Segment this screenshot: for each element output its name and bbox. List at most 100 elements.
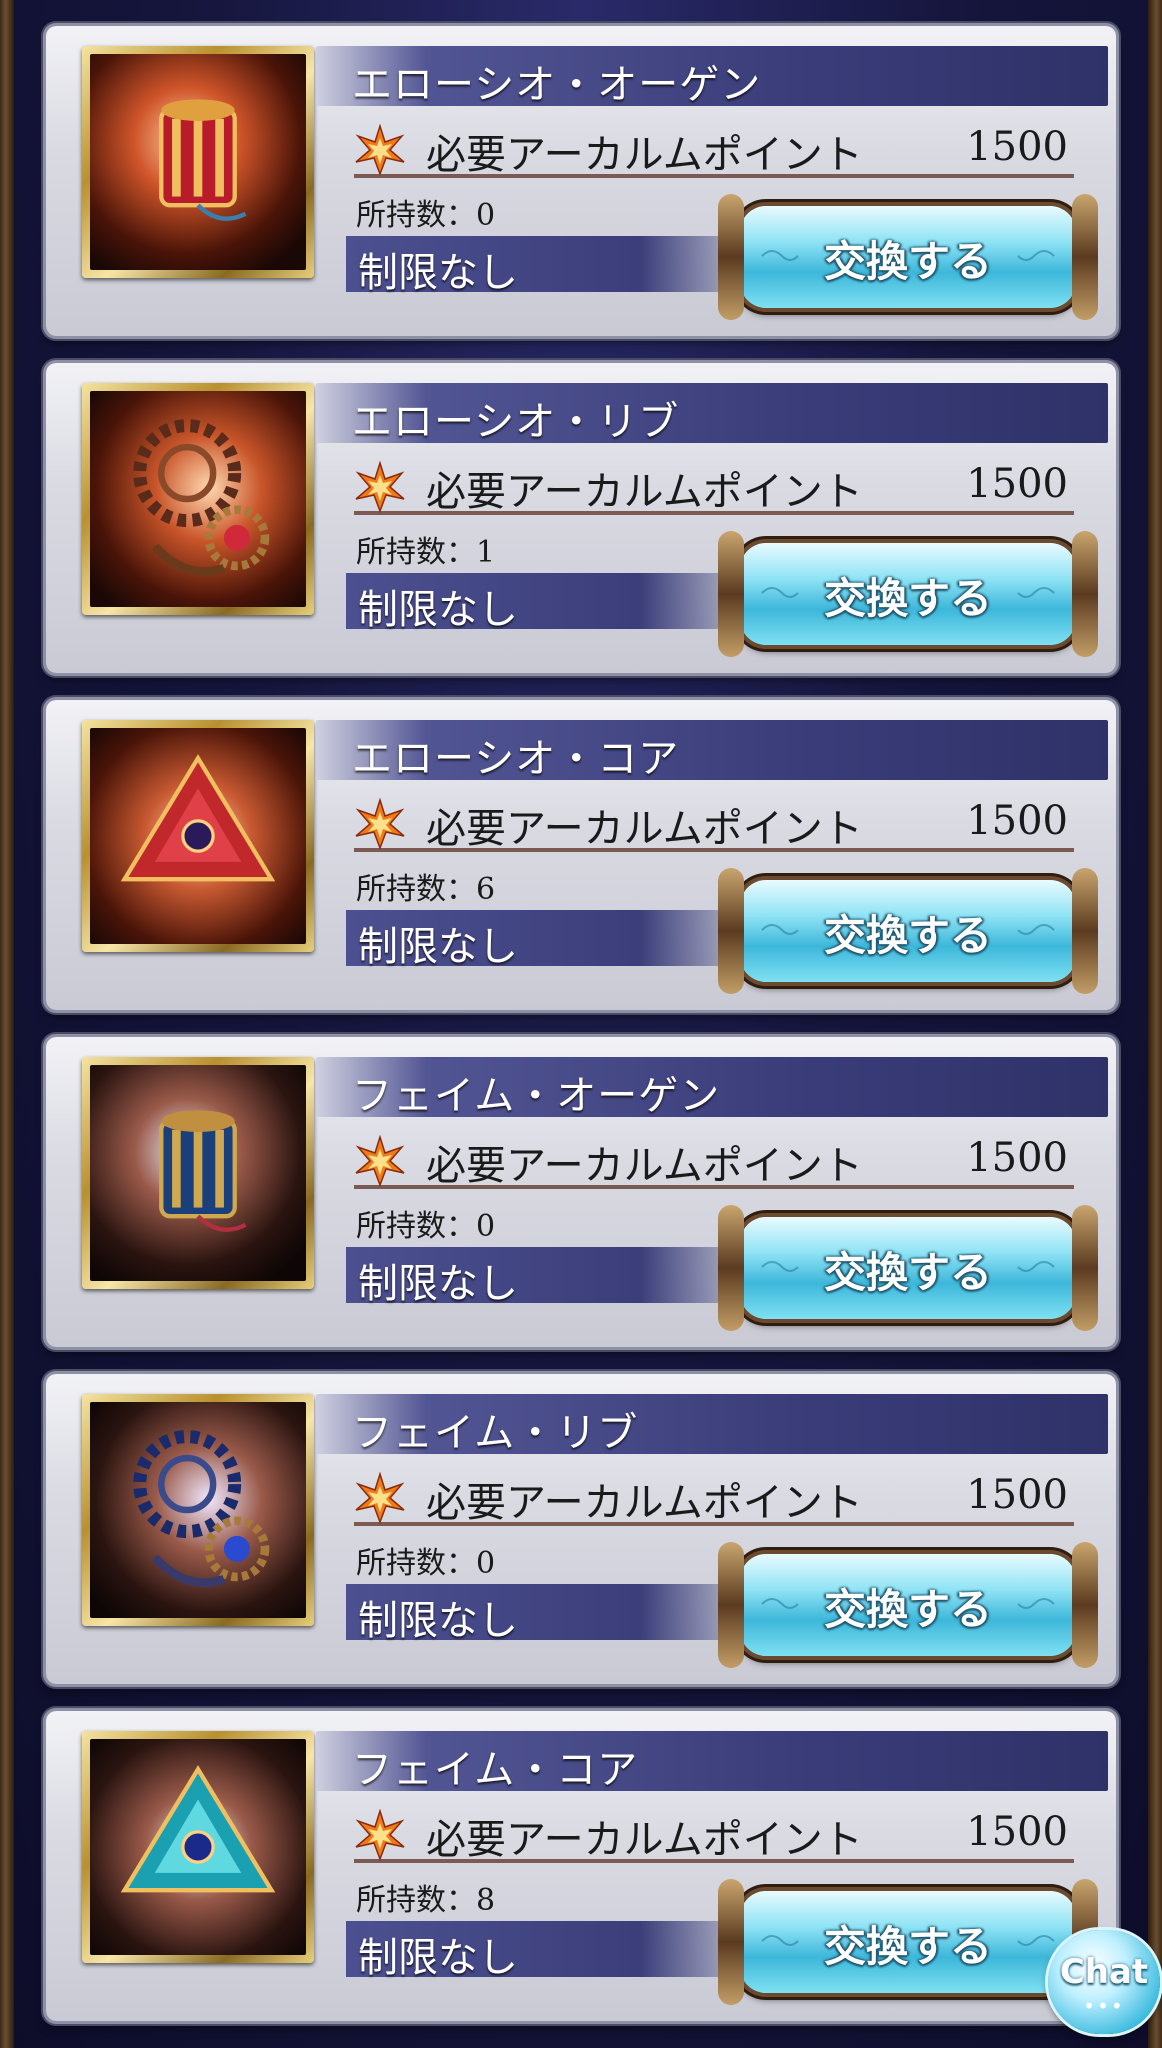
red-gear-icon — [90, 391, 306, 607]
exchange-item-list: エローシオ・オーゲン 必要アーカルムポイント 1500 所持数：0 制限なし 交… — [46, 26, 1116, 2048]
owned-count: 所持数：8 — [356, 1875, 495, 1919]
item-thumbnail-frame — [82, 1057, 314, 1289]
red-drum-icon — [90, 54, 306, 270]
arcarum-point-star-icon — [355, 1809, 405, 1861]
button-ornament-icon — [1017, 1935, 1055, 1946]
chat-typing-dots-icon: ••• — [1083, 1994, 1125, 2018]
blue-gear-icon — [90, 1402, 306, 1618]
required-points-label: 必要アーカルムポイント — [426, 806, 863, 852]
owned-count-label: 所持数： — [356, 1209, 476, 1244]
owned-count: 所持数：0 — [356, 1538, 495, 1582]
exchange-item-card: フェイム・リブ 必要アーカルムポイント 1500 所持数：0 制限なし 交換する — [46, 1374, 1116, 1684]
button-ornament-icon — [1017, 250, 1055, 261]
required-points-value: 1500 — [966, 1135, 1068, 1181]
required-points-value: 1500 — [966, 1809, 1068, 1855]
exchange-item-card: エローシオ・リブ 必要アーカルムポイント 1500 所持数：1 制限なし 交換す… — [46, 363, 1116, 673]
button-ornament-icon — [1017, 1261, 1055, 1272]
item-thumbnail-frame — [82, 1731, 314, 1963]
cyan-core-icon — [90, 1739, 306, 1955]
exchange-limit-bar: 制限なし — [346, 1247, 766, 1307]
arcarum-point-star-icon — [355, 1135, 405, 1187]
exchange-limit-text: 制限なし — [358, 587, 518, 633]
item-name-bar: エローシオ・オーゲン — [316, 46, 1108, 108]
required-points-row: 必要アーカルムポイント 1500 — [354, 792, 1074, 852]
owned-count-value: 6 — [476, 872, 496, 907]
item-name: エローシオ・コア — [352, 736, 680, 782]
item-name: エローシオ・リブ — [352, 399, 680, 445]
required-points-value: 1500 — [966, 798, 1068, 844]
button-ornament-icon — [1017, 1598, 1055, 1609]
owned-count-value: 1 — [476, 535, 496, 570]
exchange-limit-text: 制限なし — [358, 924, 518, 970]
required-points-value: 1500 — [966, 461, 1068, 507]
item-thumbnail-frame — [82, 1394, 314, 1626]
exchange-limit-bar: 制限なし — [346, 1584, 766, 1644]
exchange-limit-text: 制限なし — [358, 1261, 518, 1307]
owned-count: 所持数：1 — [356, 527, 495, 571]
exchange-button[interactable]: 交換する — [718, 1542, 1098, 1668]
required-points-row: 必要アーカルムポイント 1500 — [354, 1466, 1074, 1526]
owned-count-value: 0 — [476, 1546, 496, 1581]
owned-count-value: 8 — [476, 1883, 496, 1918]
arcarum-point-star-icon — [355, 798, 405, 850]
exchange-limit-text: 制限なし — [358, 1598, 518, 1644]
required-points-value: 1500 — [966, 124, 1068, 170]
arcarum-point-star-icon — [355, 461, 405, 513]
exchange-item-card: フェイム・オーゲン 必要アーカルムポイント 1500 所持数：0 制限なし 交換… — [46, 1037, 1116, 1347]
item-thumbnail-frame — [82, 720, 314, 952]
owned-count-label: 所持数： — [356, 535, 476, 570]
exchange-limit-bar: 制限なし — [346, 236, 766, 296]
owned-count: 所持数：0 — [356, 190, 495, 234]
owned-count: 所持数：6 — [356, 864, 495, 908]
item-name: フェイム・コア — [352, 1747, 639, 1793]
left-frame-border — [0, 0, 14, 2048]
exchange-button[interactable]: 交換する — [718, 1879, 1098, 2005]
required-points-label: 必要アーカルムポイント — [426, 1480, 863, 1526]
exchange-limit-bar: 制限なし — [346, 573, 766, 633]
required-points-row: 必要アーカルムポイント 1500 — [354, 1129, 1074, 1189]
exchange-limit-text: 制限なし — [358, 1935, 518, 1981]
owned-count-value: 0 — [476, 198, 496, 233]
item-name: フェイム・オーゲン — [352, 1073, 721, 1119]
blue-drum-icon — [90, 1065, 306, 1281]
exchange-button[interactable]: 交換する — [718, 531, 1098, 657]
required-points-row: 必要アーカルムポイント 1500 — [354, 118, 1074, 178]
exchange-button[interactable]: 交換する — [718, 868, 1098, 994]
required-points-row: 必要アーカルムポイント 1500 — [354, 455, 1074, 515]
item-name-bar: エローシオ・リブ — [316, 383, 1108, 445]
exchange-limit-bar: 制限なし — [346, 910, 766, 970]
required-points-label: 必要アーカルムポイント — [426, 469, 863, 515]
exchange-limit-text: 制限なし — [358, 250, 518, 296]
item-thumbnail-frame — [82, 383, 314, 615]
required-points-value: 1500 — [966, 1472, 1068, 1518]
exchange-item-card: フェイム・コア 必要アーカルムポイント 1500 所持数：8 制限なし 交換する — [46, 1711, 1116, 2021]
exchange-limit-bar: 制限なし — [346, 1921, 766, 1981]
exchange-button[interactable]: 交換する — [718, 1205, 1098, 1331]
exchange-button[interactable]: 交換する — [718, 194, 1098, 320]
button-ornament-icon — [1017, 924, 1055, 935]
right-frame-border — [1148, 0, 1162, 2048]
owned-count-label: 所持数： — [356, 1546, 476, 1581]
item-name-bar: エローシオ・コア — [316, 720, 1108, 782]
item-name-bar: フェイム・コア — [316, 1731, 1108, 1793]
owned-count-label: 所持数： — [356, 872, 476, 907]
required-points-label: 必要アーカルムポイント — [426, 1817, 863, 1863]
owned-count-label: 所持数： — [356, 198, 476, 233]
button-ornament-icon — [1017, 587, 1055, 598]
required-points-label: 必要アーカルムポイント — [426, 1143, 863, 1189]
item-name: フェイム・リブ — [352, 1410, 639, 1456]
chat-button[interactable]: Chat ••• — [1048, 1930, 1160, 2034]
exchange-item-card: エローシオ・コア 必要アーカルムポイント 1500 所持数：6 制限なし 交換す… — [46, 700, 1116, 1010]
owned-count-label: 所持数： — [356, 1883, 476, 1918]
owned-count: 所持数：0 — [356, 1201, 495, 1245]
required-points-label: 必要アーカルムポイント — [426, 132, 863, 178]
item-name-bar: フェイム・オーゲン — [316, 1057, 1108, 1119]
owned-count-value: 0 — [476, 1209, 496, 1244]
item-name: エローシオ・オーゲン — [352, 62, 762, 108]
item-thumbnail-frame — [82, 46, 314, 278]
exchange-item-card: エローシオ・オーゲン 必要アーカルムポイント 1500 所持数：0 制限なし 交… — [46, 26, 1116, 336]
red-core-icon — [90, 728, 306, 944]
arcarum-point-star-icon — [355, 1472, 405, 1524]
item-name-bar: フェイム・リブ — [316, 1394, 1108, 1456]
arcarum-point-star-icon — [355, 124, 405, 176]
